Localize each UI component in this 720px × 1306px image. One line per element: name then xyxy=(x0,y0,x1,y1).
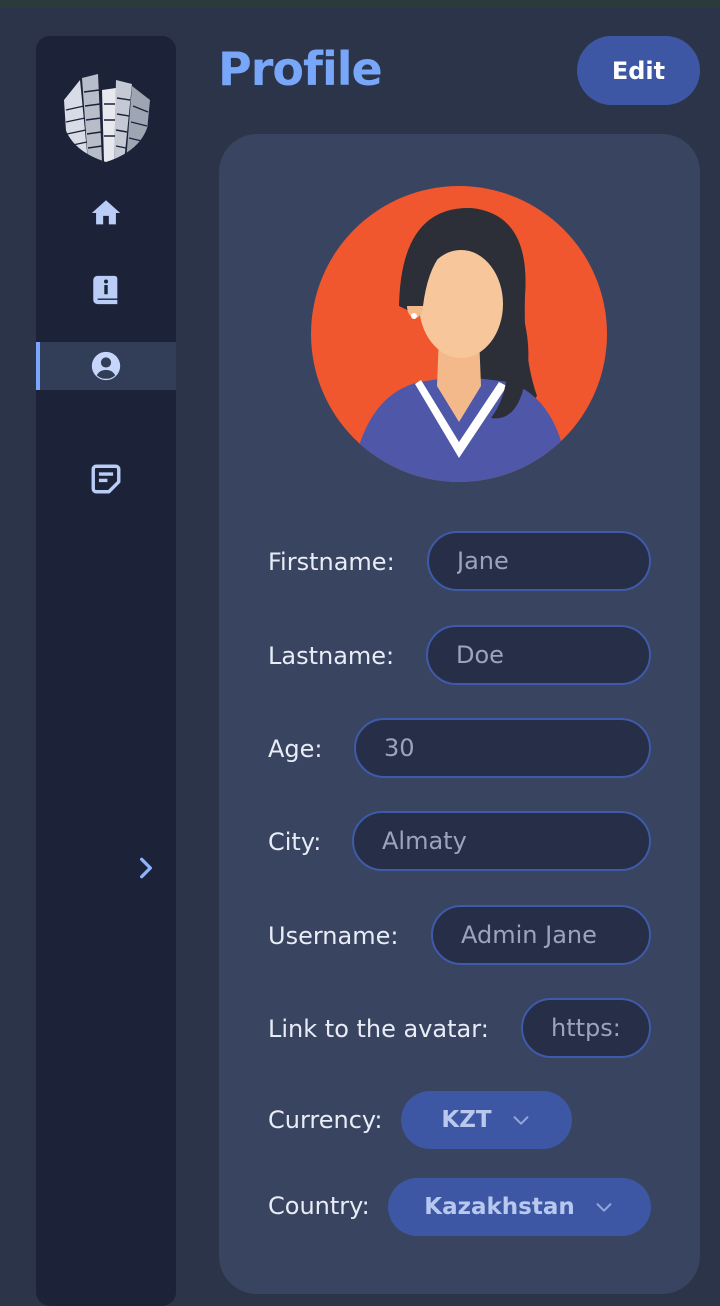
firstname-input[interactable] xyxy=(427,531,651,591)
profile-card: Firstname: Lastname: Age: City: Username… xyxy=(219,134,700,1294)
sidebar-item-notes[interactable] xyxy=(36,455,176,503)
age-row: Age: xyxy=(268,718,323,780)
note-icon xyxy=(91,464,121,494)
user-circle-icon xyxy=(91,351,121,381)
lastname-label: Lastname: xyxy=(268,642,395,670)
currency-value: KZT xyxy=(441,1107,492,1133)
avatar xyxy=(311,186,607,482)
chevron-down-icon xyxy=(596,1203,612,1212)
age-input[interactable] xyxy=(354,718,651,778)
avatar-link-input[interactable] xyxy=(521,998,651,1058)
country-label: Country: xyxy=(268,1192,370,1220)
country-select[interactable]: Kazakhstan xyxy=(388,1178,651,1236)
avatar-link-label: Link to the avatar: xyxy=(268,1015,489,1043)
lastname-input[interactable] xyxy=(426,625,651,685)
city-row: City: xyxy=(268,811,321,873)
sidebar-item-home[interactable] xyxy=(36,189,176,237)
sidebar-item-profile[interactable] xyxy=(36,342,176,390)
page-title: Profile xyxy=(218,42,383,96)
firstname-label: Firstname: xyxy=(268,548,395,576)
city-label: City: xyxy=(268,828,322,856)
country-value: Kazakhstan xyxy=(424,1194,575,1220)
home-icon xyxy=(91,200,121,225)
sidebar-item-info[interactable] xyxy=(36,266,176,314)
username-input[interactable] xyxy=(431,905,651,965)
country-row: Country: xyxy=(268,1175,370,1237)
edit-button[interactable]: Edit xyxy=(577,36,700,105)
currency-label: Currency: xyxy=(268,1106,383,1134)
chevron-down-icon xyxy=(513,1116,529,1125)
avatar-link-row: Link to the avatar: xyxy=(268,998,489,1060)
currency-row: Currency: xyxy=(268,1089,382,1151)
username-row: Username: xyxy=(268,905,398,967)
window-top-strip xyxy=(0,0,720,8)
lastname-row: Lastname: xyxy=(268,625,394,687)
age-label: Age: xyxy=(268,735,323,763)
firstname-row: Firstname: xyxy=(268,531,395,593)
currency-select[interactable]: KZT xyxy=(401,1091,572,1149)
city-input[interactable] xyxy=(352,811,651,871)
chevron-right-icon[interactable] xyxy=(132,852,160,884)
buildings-logo-icon[interactable] xyxy=(58,70,154,162)
info-book-icon xyxy=(93,275,118,305)
sidebar xyxy=(36,36,176,1306)
username-label: Username: xyxy=(268,922,399,950)
